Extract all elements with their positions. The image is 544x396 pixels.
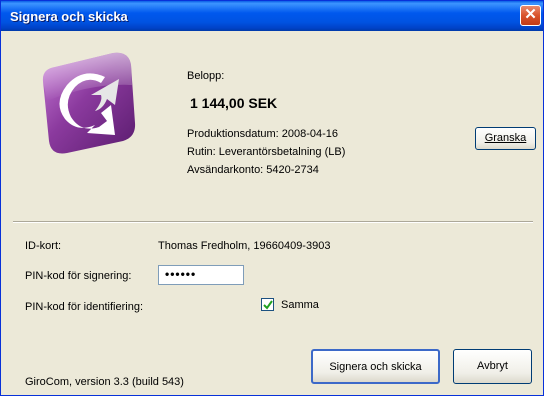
amount-value: 1 144,00 SEK [190, 95, 278, 111]
routine: Rutin: Leverantörsbetalning (LB) [187, 146, 346, 158]
amount-label: Belopp: [187, 70, 225, 82]
pin-sign-input[interactable]: •••••• [158, 265, 244, 285]
close-button[interactable]: ✕ [520, 5, 541, 26]
pin-ident-label: PIN-kod för identifiering: [25, 301, 143, 313]
same-label[interactable]: Samma [281, 299, 319, 311]
id-card-value: Thomas Fredholm, 19660409-3903 [158, 240, 331, 252]
cancel-button[interactable]: Avbryt [453, 349, 532, 384]
title-bar[interactable]: Signera och skicka ✕ [1, 1, 543, 31]
sender-account: Avsändarkonto: 5420-2734 [187, 164, 319, 176]
window-title: Signera och skicka [10, 9, 128, 24]
girocom-logo-icon [42, 52, 136, 154]
pin-sign-label: PIN-kod för signering: [25, 270, 132, 282]
review-button-label: Granska [484, 132, 527, 144]
production-date: Produktionsdatum: 2008-04-16 [187, 128, 339, 140]
sign-send-button-label: Signera och skicka [329, 361, 422, 373]
separator [13, 221, 533, 223]
close-icon: ✕ [524, 6, 537, 23]
id-card-label: ID-kort: [25, 240, 62, 252]
version-text: GiroCom, version 3.3 (build 543) [25, 376, 184, 388]
sign-send-button[interactable]: Signera och skicka [311, 349, 440, 384]
dialog-window: Signera och skicka ✕ Belopp: 1 144,00 SE… [0, 0, 544, 396]
review-button[interactable]: Granska [475, 127, 536, 150]
same-checkbox[interactable] [261, 298, 274, 311]
cancel-button-label: Avbryt [477, 360, 508, 372]
checkmark-icon [263, 300, 273, 310]
